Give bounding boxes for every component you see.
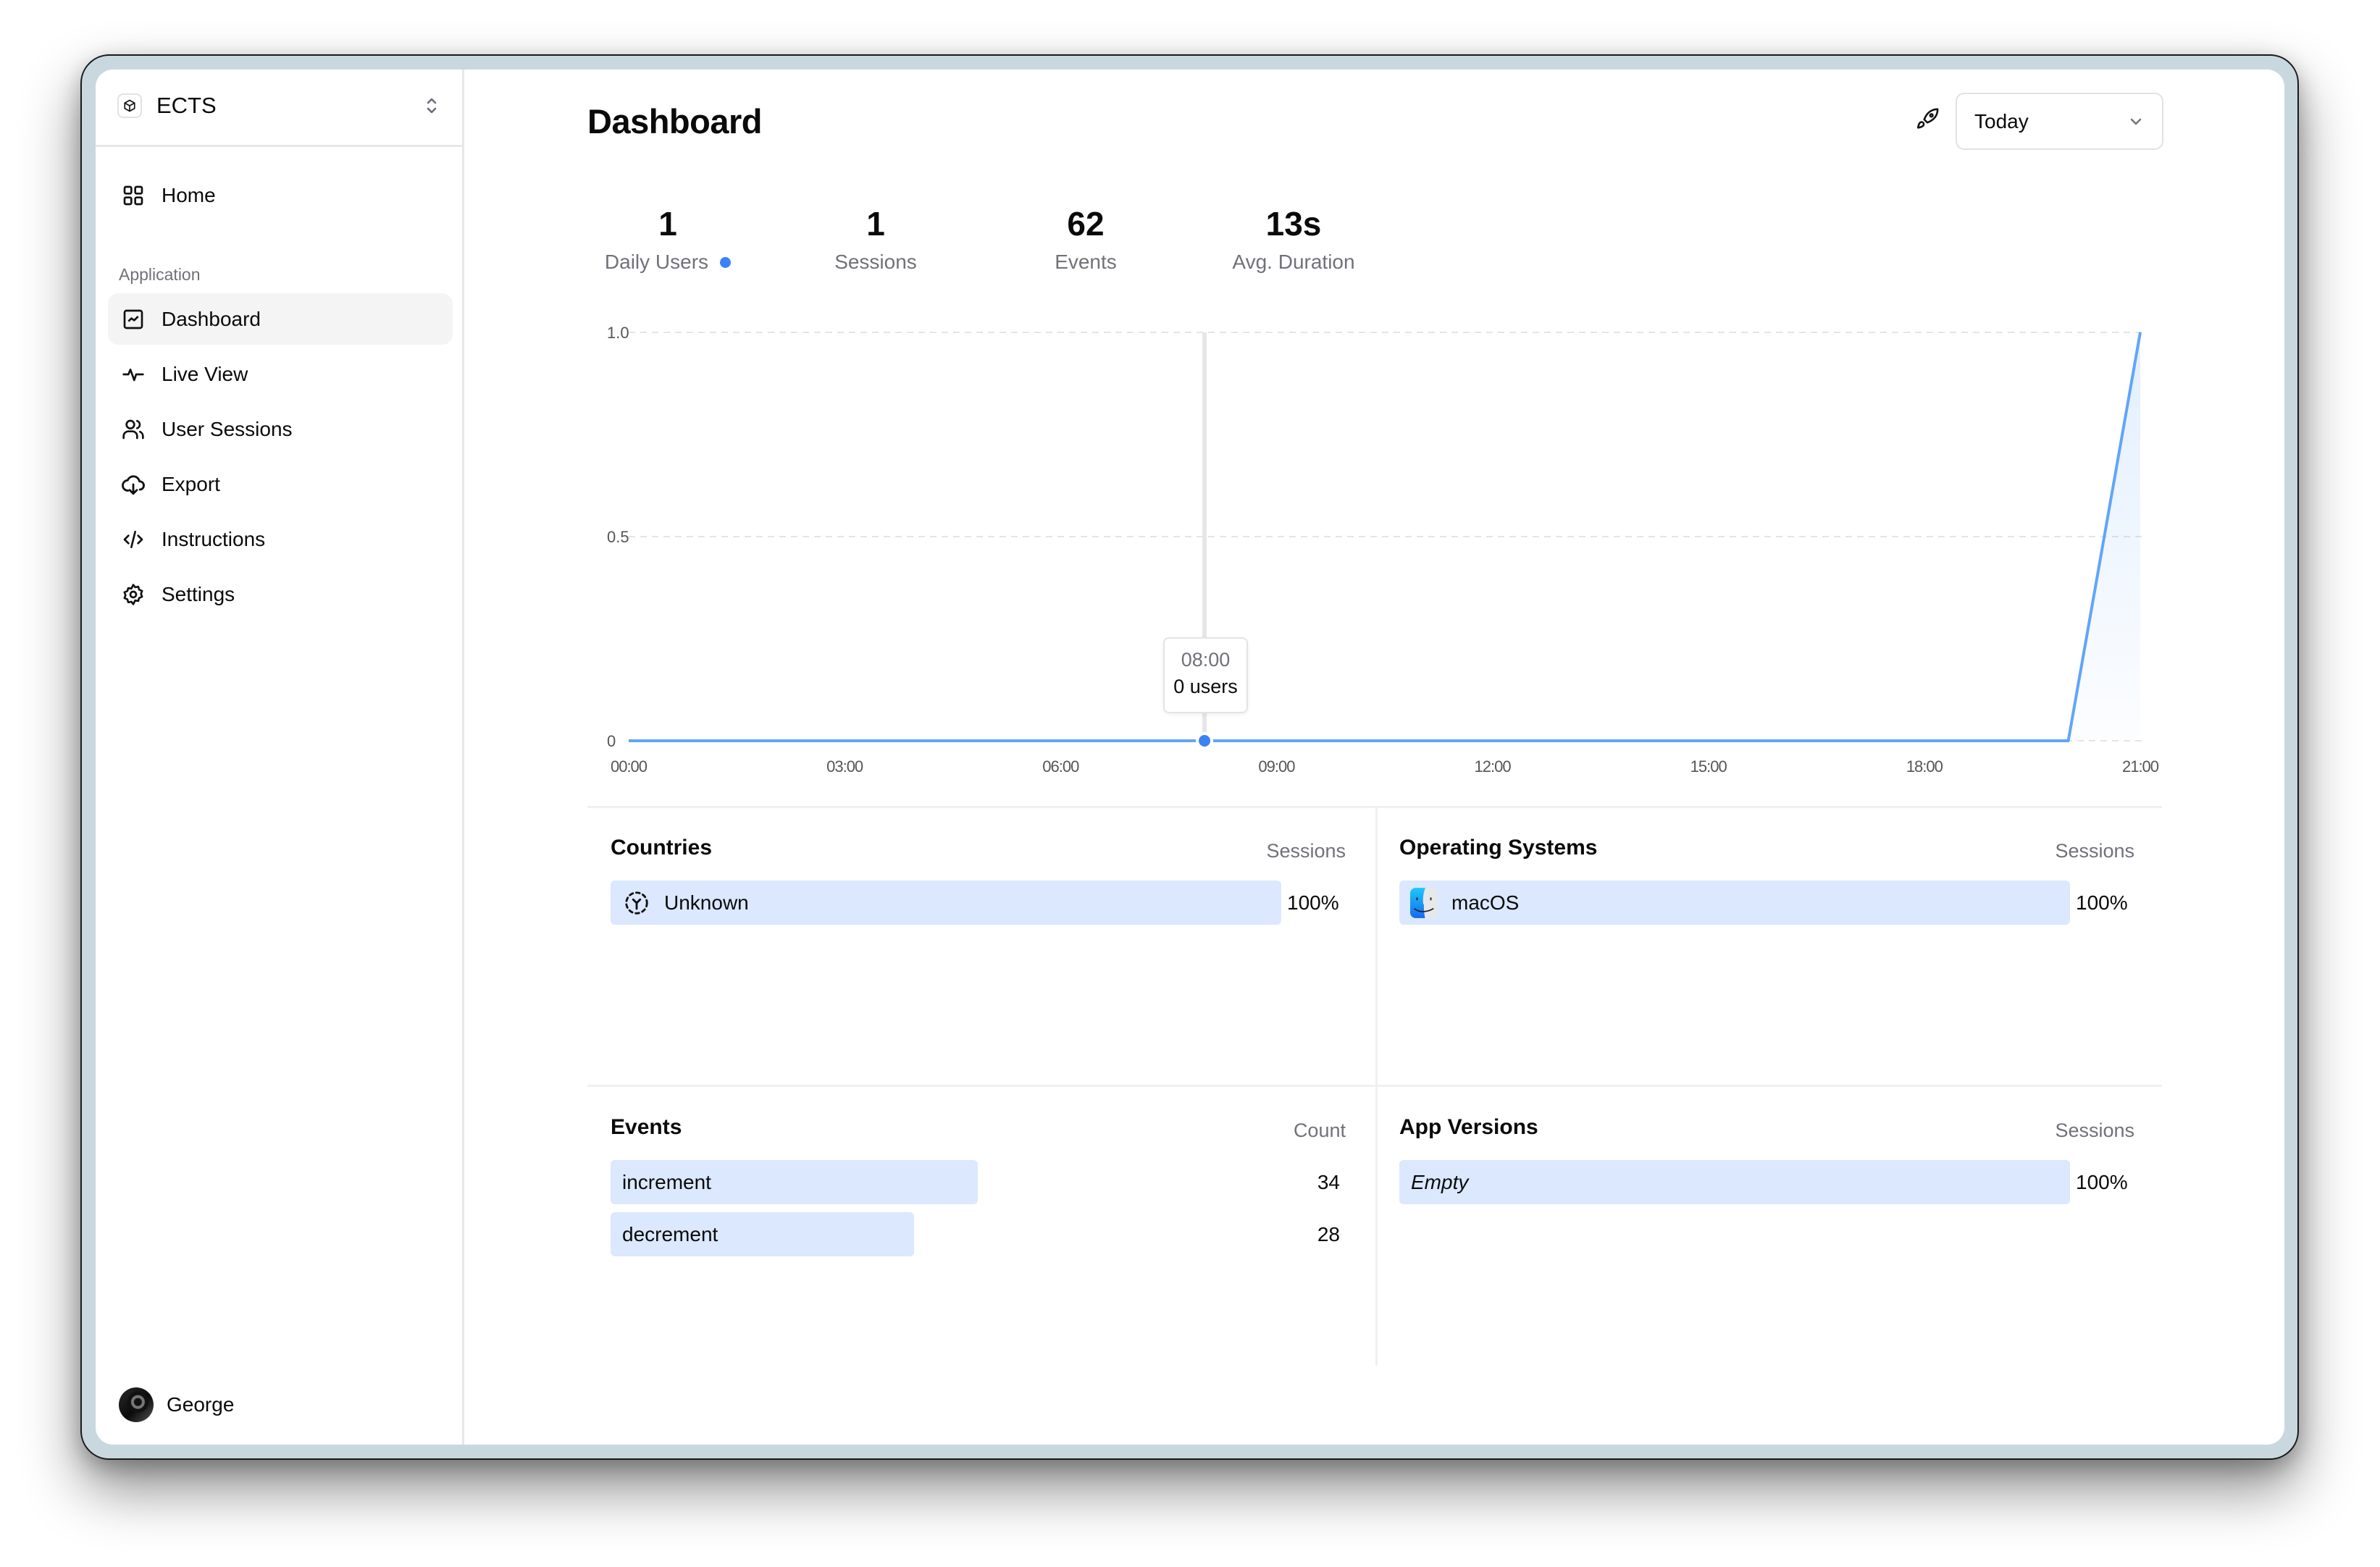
stat-avg-duration[interactable]: 13s Avg. Duration — [1199, 207, 1388, 274]
stat-daily-users[interactable]: 1 Daily Users — [574, 207, 762, 274]
grid-icon — [120, 182, 146, 209]
cloud-download-icon — [120, 471, 146, 497]
stat-value: 62 — [1067, 205, 1105, 243]
x-tick-label: 15:00 — [1690, 757, 1727, 776]
x-tick-label: 12:00 — [1475, 757, 1512, 776]
chevron-down-icon — [2127, 113, 2145, 134]
list-item[interactable]: Unknown 100% — [611, 881, 1346, 925]
user-menu[interactable]: George — [119, 1387, 234, 1422]
sidebar-item-label: Settings — [162, 582, 235, 605]
row-value: 28 — [1317, 1222, 1340, 1245]
x-tick-label: 18:00 — [1906, 757, 1943, 776]
row-value: 100% — [1287, 891, 1339, 914]
x-tick-label: 03:00 — [826, 757, 863, 776]
app-window: ECTS Home Application Dashboard Live Vie… — [96, 70, 2284, 1445]
sidebar-item-label: Instructions — [162, 527, 266, 550]
stat-value: 1 — [866, 205, 885, 243]
stat-events[interactable]: 62 Events — [992, 207, 1180, 274]
x-tick-label: 06:00 — [1042, 757, 1079, 776]
sidebar-item-label: Live View — [162, 362, 248, 385]
panel-title: Operating Systems — [1399, 836, 1598, 860]
sidebar-item-home[interactable]: Home — [108, 169, 453, 221]
stat-label: Sessions — [834, 251, 917, 273]
row-label: Unknown — [664, 891, 749, 914]
y-tick-label: 0.5 — [607, 528, 629, 546]
sidebar-item-instructions[interactable]: Instructions — [108, 513, 453, 565]
panel-title: Events — [611, 1115, 682, 1139]
row-value: 34 — [1317, 1170, 1340, 1193]
stat-label: Events — [1055, 251, 1117, 273]
list-item[interactable]: increment 34 — [611, 1160, 1346, 1204]
tooltip-value: 0 users — [1173, 676, 1238, 697]
series-area — [629, 332, 2140, 741]
users-icon — [120, 416, 146, 442]
stat-sessions[interactable]: 1 Sessions — [782, 207, 970, 274]
share-bar — [1399, 1160, 2070, 1204]
sidebar-item-export[interactable]: Export — [108, 458, 453, 510]
sidebar-group-label: Application — [119, 265, 201, 284]
chart-icon — [120, 306, 146, 332]
sidebar-item-label: Home — [162, 183, 216, 206]
chevrons-up-down-icon[interactable] — [424, 96, 439, 119]
gear-icon — [120, 581, 146, 608]
row-value: 100% — [2076, 891, 2128, 914]
row-label: decrement — [622, 1222, 718, 1245]
series-line — [629, 332, 2142, 742]
chart-tooltip: 08:00 0 users — [1163, 637, 1248, 713]
section-divider — [587, 1085, 2162, 1087]
box-icon — [117, 93, 142, 118]
sidebar: ECTS Home Application Dashboard Live Vie… — [96, 70, 464, 1445]
active-series-dot — [720, 256, 732, 268]
list-item[interactable]: decrement 28 — [611, 1212, 1346, 1256]
y-tick-label: 1.0 — [607, 324, 629, 342]
sidebar-item-label: Export — [162, 472, 220, 495]
unknown-location-icon — [622, 888, 651, 917]
stat-value: 13s — [1265, 205, 1322, 243]
column-divider — [1375, 806, 1378, 1366]
panel-column-header: Sessions — [1266, 840, 1346, 862]
list-item[interactable]: Empty 100% — [1399, 1160, 2134, 1204]
sidebar-item-dashboard[interactable]: Dashboard — [108, 293, 453, 345]
code-icon — [120, 526, 146, 553]
date-range-select[interactable]: Today — [1956, 93, 2163, 150]
finder-icon — [1409, 887, 1438, 918]
sidebar-item-live-view[interactable]: Live View — [108, 348, 453, 400]
team-name: ECTS — [156, 93, 217, 118]
sidebar-item-user-sessions[interactable]: User Sessions — [108, 403, 453, 455]
y-tick-label: 0 — [607, 732, 616, 750]
team-switcher[interactable]: ECTS — [117, 88, 440, 123]
rocket-icon[interactable] — [1915, 107, 1940, 132]
sidebar-item-label: Dashboard — [162, 307, 261, 330]
panel-title: App Versions — [1399, 1115, 1538, 1139]
list-item[interactable]: macOS 100% — [1399, 881, 2134, 925]
row-label: macOS — [1451, 891, 1520, 914]
section-divider — [587, 806, 2162, 808]
row-label: Empty — [1411, 1170, 1469, 1193]
avatar — [119, 1387, 154, 1422]
x-tick-label: 21:00 — [2122, 757, 2159, 776]
stat-value: 1 — [658, 205, 677, 243]
sidebar-item-label: User Sessions — [162, 417, 293, 440]
x-tick-label: 09:00 — [1258, 757, 1295, 776]
panel-column-header: Count — [1293, 1119, 1346, 1141]
sidebar-divider — [96, 145, 462, 147]
stat-label: Daily Users — [604, 251, 709, 273]
stat-label: Avg. Duration — [1232, 251, 1355, 273]
row-value: 100% — [2076, 1170, 2128, 1193]
x-tick-label: 00:00 — [611, 757, 648, 776]
panel-column-header: Sessions — [2055, 1119, 2134, 1141]
page-title: Dashboard — [587, 102, 763, 140]
sidebar-item-settings[interactable]: Settings — [108, 568, 453, 620]
date-range-value: Today — [1974, 109, 2029, 133]
user-name: George — [167, 1393, 235, 1416]
activity-icon — [120, 361, 146, 387]
active-data-point — [1196, 732, 1214, 749]
panel-column-header: Sessions — [2055, 840, 2134, 862]
tooltip-time: 08:00 — [1181, 649, 1231, 671]
row-label: increment — [622, 1170, 711, 1193]
panel-title: Countries — [611, 836, 713, 860]
